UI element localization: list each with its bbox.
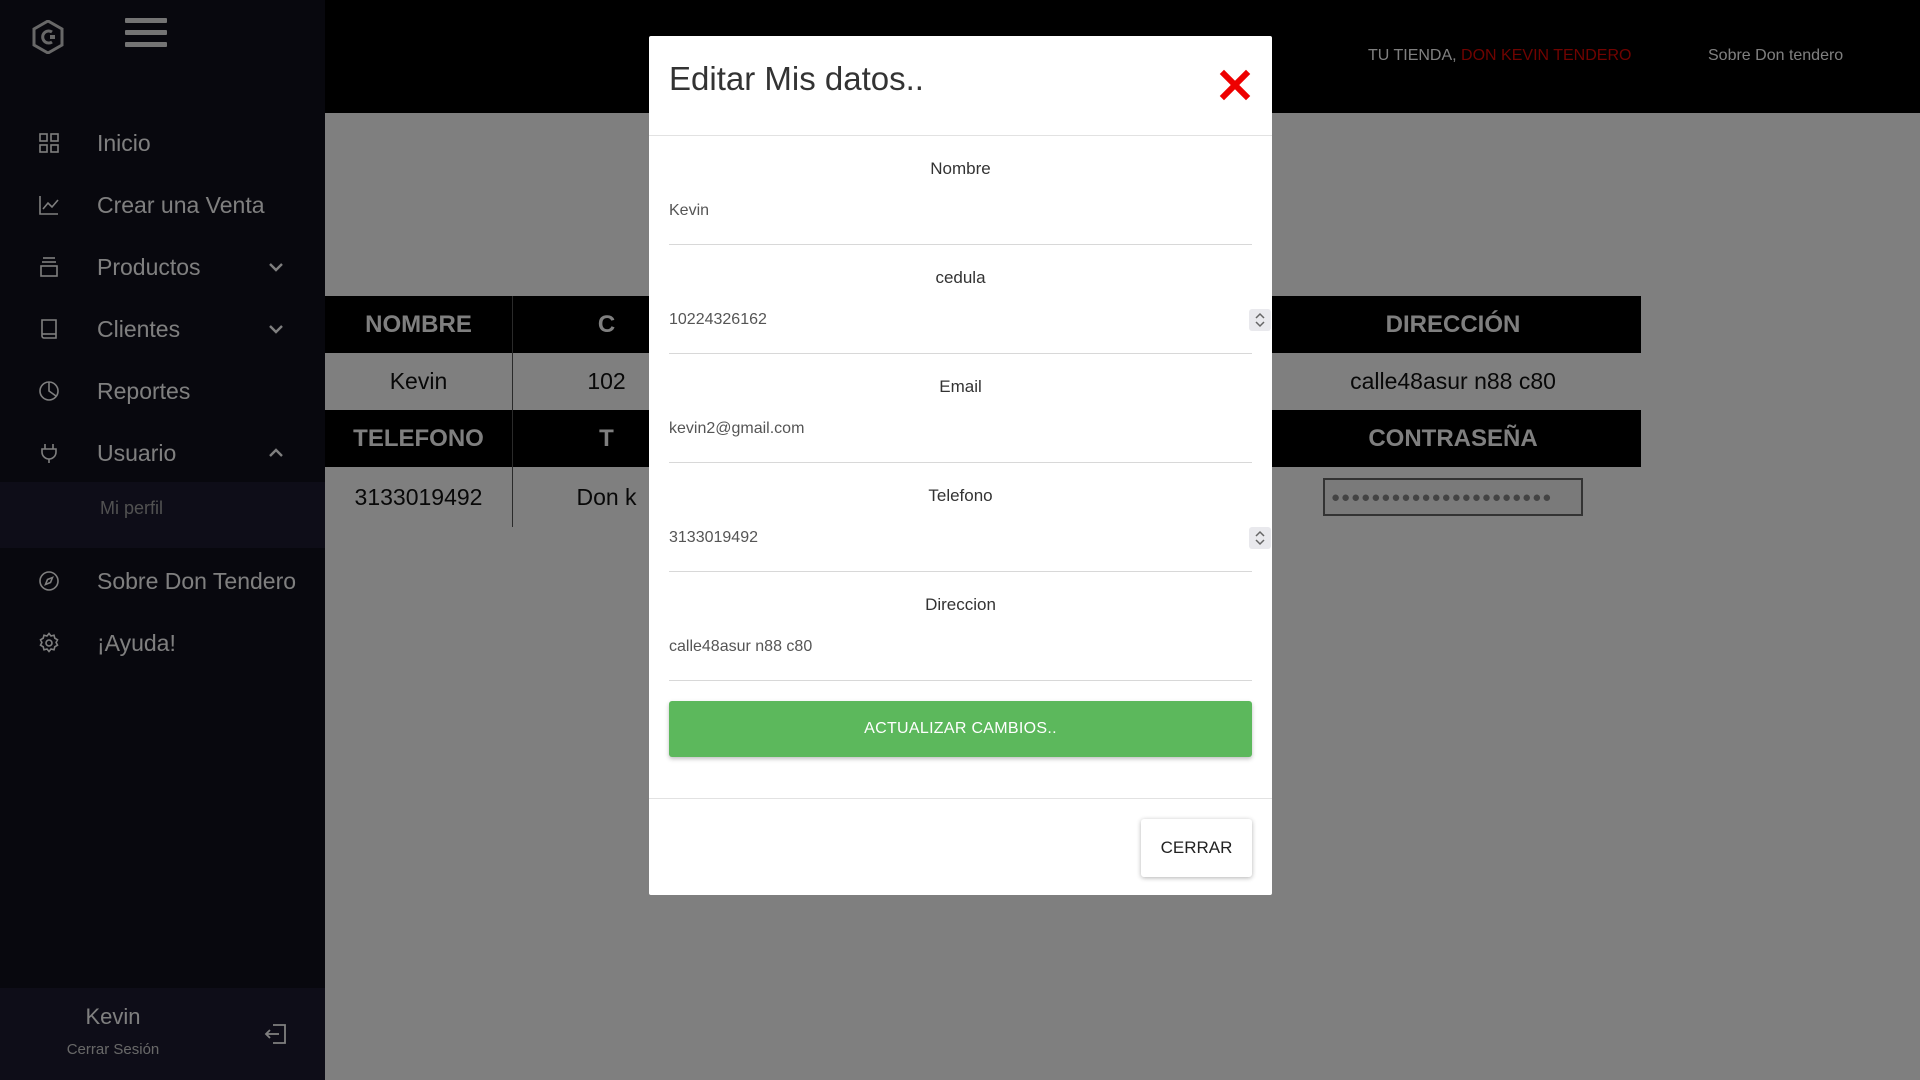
number-spinner-icon[interactable] bbox=[1249, 527, 1271, 549]
field-label: Nombre bbox=[930, 159, 991, 178]
field-nombre: Nombre bbox=[669, 136, 1252, 245]
telefono-input[interactable] bbox=[669, 523, 1252, 553]
email-input[interactable] bbox=[669, 414, 1252, 444]
cedula-input[interactable] bbox=[669, 305, 1252, 335]
field-label: cedula bbox=[935, 268, 986, 287]
field-label: Telefono bbox=[928, 486, 993, 505]
edit-profile-modal: Editar Mis datos.. Nombre cedula Email T… bbox=[649, 36, 1272, 895]
nombre-input[interactable] bbox=[669, 196, 1252, 226]
field-telefono: Telefono bbox=[669, 463, 1271, 572]
field-email: Email bbox=[669, 354, 1252, 463]
field-label: Email bbox=[939, 377, 982, 396]
field-label: Direccion bbox=[925, 595, 996, 614]
close-icon[interactable] bbox=[1219, 69, 1251, 101]
field-cedula: cedula bbox=[669, 245, 1271, 354]
number-spinner-icon[interactable] bbox=[1249, 309, 1271, 331]
field-direccion: Direccion bbox=[669, 572, 1252, 681]
modal-header: Editar Mis datos.. bbox=[649, 36, 1272, 136]
close-button[interactable]: CERRAR bbox=[1141, 819, 1252, 877]
modal-footer: CERRAR bbox=[649, 798, 1272, 895]
direccion-input[interactable] bbox=[669, 632, 1252, 662]
modal-title: Editar Mis datos.. bbox=[669, 60, 924, 97]
modal-body: Nombre cedula Email Telefono Direccion bbox=[649, 136, 1272, 681]
update-button[interactable]: ACTUALIZAR CAMBIOS.. bbox=[669, 701, 1252, 757]
